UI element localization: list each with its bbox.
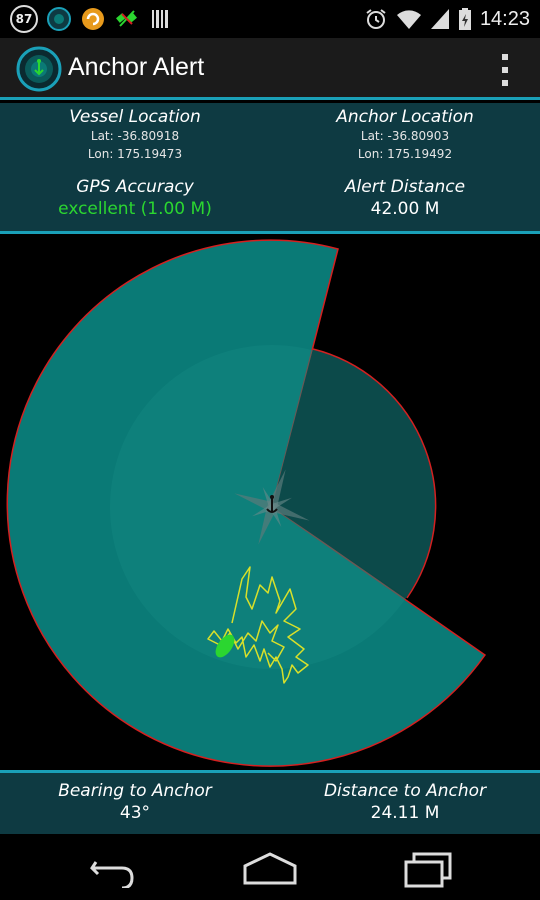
alert-distance-value: 42.00 M: [370, 199, 440, 219]
battery-icon: [458, 8, 471, 30]
radar-icon[interactable]: [16, 46, 62, 92]
vessel-lat: Lat: -36.80918: [90, 129, 180, 143]
anchor-location-section: Anchor Location Lat: -36.80903 Lon: 175.…: [270, 107, 540, 163]
alert-distance-label: Alert Distance: [344, 177, 466, 197]
radar-canvas[interactable]: [0, 237, 540, 770]
gps-accuracy-label: GPS Accuracy: [76, 177, 194, 197]
overflow-menu-icon[interactable]: [500, 54, 510, 86]
anchor-lon: Lon: 175.19492: [357, 147, 453, 161]
clock: 14:23: [479, 7, 530, 30]
signal-icon: [430, 9, 449, 29]
distance-section: Distance to Anchor 24.11 M: [270, 781, 540, 823]
alert-distance-section: Alert Distance 42.00 M: [270, 177, 540, 219]
back-icon[interactable]: [82, 848, 142, 888]
vessel-location-section: Vessel Location Lat: -36.80918 Lon: 175.…: [0, 107, 270, 163]
alarm-icon: [366, 9, 386, 29]
bearing-label: Bearing to Anchor: [58, 781, 212, 801]
barcode-icon: [152, 10, 168, 28]
app-title: Anchor Alert: [68, 53, 205, 81]
vessel-location-label: Vessel Location: [69, 107, 201, 127]
bearing-section: Bearing to Anchor 43°: [0, 781, 270, 823]
anchor-lat: Lat: -36.80903: [360, 129, 450, 143]
info-panel: Vessel Location Lat: -36.80918 Lon: 175.…: [0, 103, 540, 234]
home-icon[interactable]: [240, 848, 300, 888]
notification-count-badge: 87: [10, 5, 38, 33]
gps-accuracy-value: excellent (1.00 M): [58, 199, 212, 219]
recents-icon[interactable]: [398, 848, 458, 888]
status-bar: 87 14:23: [0, 0, 540, 38]
distance-value: 24.11 M: [370, 803, 440, 823]
wifi-icon: [396, 10, 421, 29]
anchor-alert-icon: [47, 7, 71, 31]
action-bar: Anchor Alert: [0, 38, 540, 100]
gps-accuracy-section: GPS Accuracy excellent (1.00 M): [0, 177, 270, 219]
bottom-panel: Bearing to Anchor 43° Distance to Anchor…: [0, 770, 540, 834]
bearing-value: 43°: [119, 803, 151, 823]
satellite-icon: [116, 10, 137, 27]
distance-label: Distance to Anchor: [323, 781, 487, 801]
vessel-lon: Lon: 175.19473: [87, 147, 183, 161]
sync-icon: [82, 8, 104, 30]
anchor-radar-view[interactable]: [0, 237, 540, 770]
anchor-location-label: Anchor Location: [336, 107, 474, 127]
navigation-bar: [0, 834, 540, 900]
